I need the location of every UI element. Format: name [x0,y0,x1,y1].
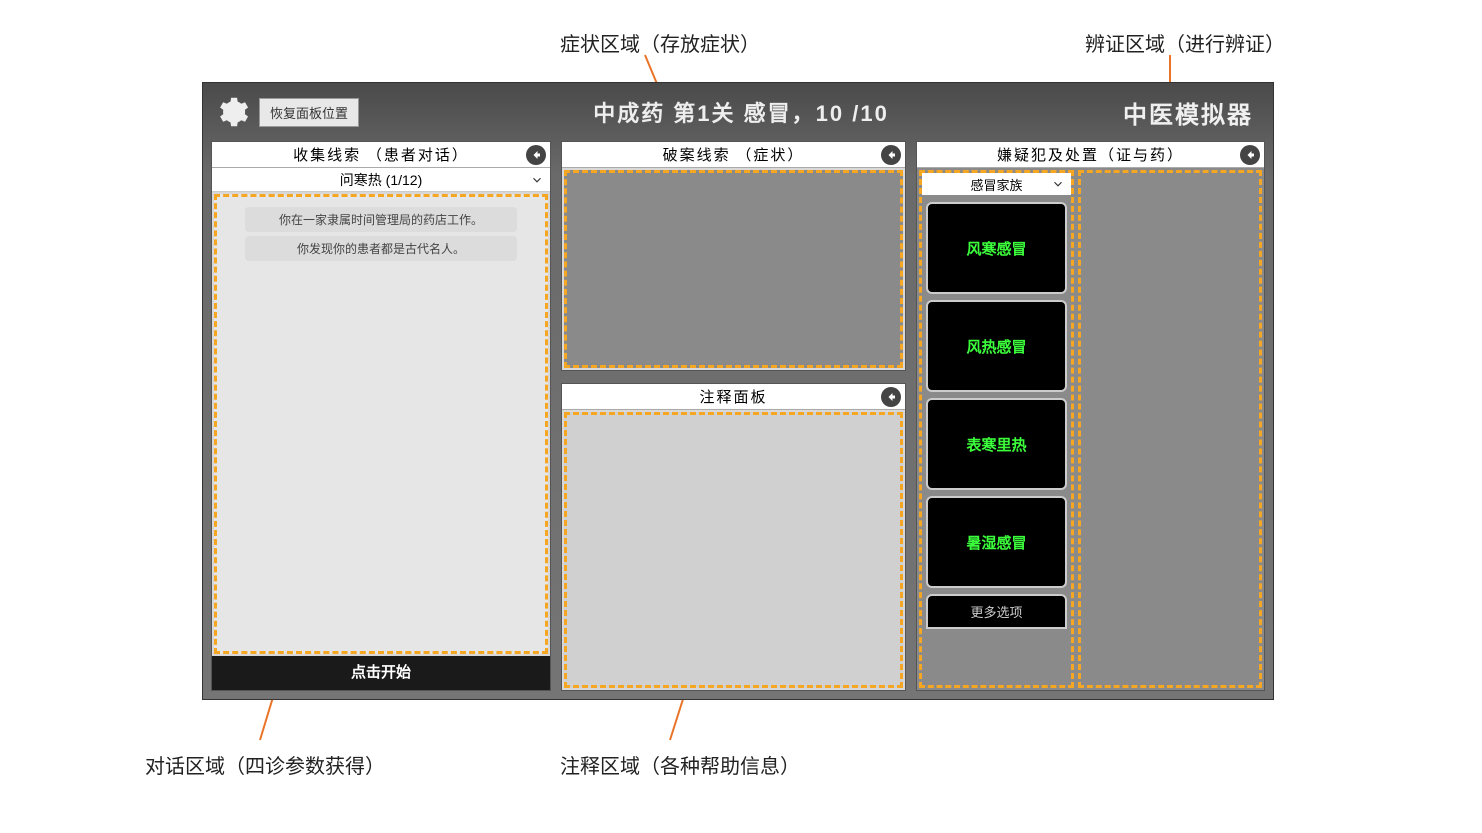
column-diagnosis: 嫌疑犯及处置（证与药） 感冒家族 风寒感冒 风热感冒 表寒里热 暑 [916,141,1265,691]
dialog-message: 你发现你的患者都是古代名人。 [245,236,517,261]
symptom-area[interactable] [564,170,903,368]
panels-container: 收集线索 （患者对话） 问寒热 (1/12) 你在一家隶属时间管理局的药店工作。… [211,141,1265,691]
column-middle: 破案线索 （症状） 注释面板 [561,141,906,691]
dialog-question-dropdown[interactable]: 问寒热 (1/12) [212,168,550,192]
notes-area[interactable] [564,412,903,688]
suspects-back-icon[interactable] [1240,145,1260,165]
dialog-panel-header-text: 收集线索 （患者对话） [293,144,469,165]
notes-panel-header: 注释面板 [562,384,905,410]
syndrome-list: 感冒家族 风寒感冒 风热感冒 表寒里热 暑湿感冒 更多选项 [919,170,1074,688]
notes-panel-header-text: 注释面板 [699,386,767,407]
syndrome-dropdown-label: 感冒家族 [970,175,1022,194]
suspects-panel-header-text: 嫌疑犯及处置（证与药） [997,144,1184,165]
diagnosis-area[interactable] [1078,170,1262,688]
dialog-area[interactable]: 你在一家隶属时间管理局的药店工作。 你发现你的患者都是古代名人。 [214,194,548,654]
syndrome-card[interactable]: 表寒里热 [926,398,1067,490]
reset-panel-button[interactable]: 恢复面板位置 [259,98,359,127]
app-title: 中医模拟器 [1123,95,1253,130]
top-bar: 恢复面板位置 中成药 第1关 感冒，10 /10 中医模拟器 [203,83,1273,141]
symptom-panel-header-text: 破案线索 （症状） [663,144,805,165]
syndrome-card[interactable]: 暑湿感冒 [926,496,1067,588]
more-options-button[interactable]: 更多选项 [926,594,1067,629]
start-button[interactable]: 点击开始 [212,656,550,690]
dialog-message: 你在一家隶属时间管理局的药店工作。 [245,207,517,232]
game-window: 恢复面板位置 中成药 第1关 感冒，10 /10 中医模拟器 收集线索 （患者对… [202,82,1274,700]
gear-icon[interactable] [213,94,249,130]
chevron-down-icon [1051,177,1065,191]
level-title: 中成药 第1关 感冒，10 /10 [359,96,1123,128]
syndrome-card[interactable]: 风热感冒 [926,300,1067,392]
dialog-panel-header: 收集线索 （患者对话） [212,142,550,168]
dialog-dropdown-label: 问寒热 (1/12) [340,170,422,190]
symptom-panel-header: 破案线索 （症状） [562,142,905,168]
syndrome-family-dropdown[interactable]: 感冒家族 [922,173,1071,195]
dialog-back-icon[interactable] [526,145,546,165]
column-dialog: 收集线索 （患者对话） 问寒热 (1/12) 你在一家隶属时间管理局的药店工作。… [211,141,551,691]
chevron-down-icon [530,173,544,187]
syndrome-card[interactable]: 风寒感冒 [926,202,1067,294]
notes-back-icon[interactable] [881,387,901,407]
symptom-back-icon[interactable] [881,145,901,165]
suspects-panel-header: 嫌疑犯及处置（证与药） [917,142,1264,168]
